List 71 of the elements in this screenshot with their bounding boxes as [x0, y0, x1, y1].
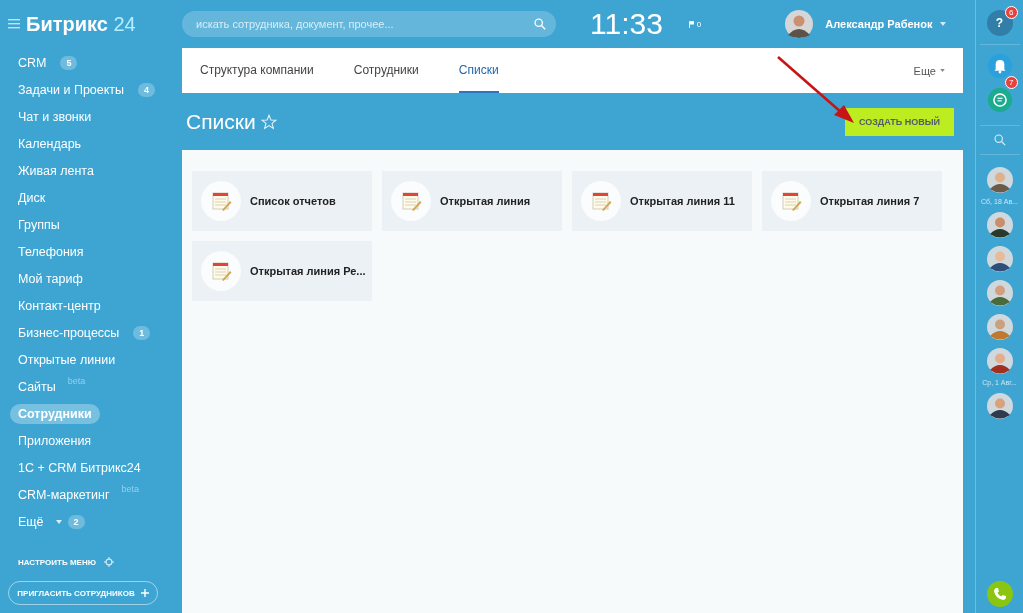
list-title[interactable]: Список отчетов	[250, 195, 336, 207]
list-title[interactable]: Открытая линия 11	[630, 195, 735, 207]
sidebar-item[interactable]: Контакт-центр	[10, 295, 109, 316]
search-icon[interactable]	[534, 18, 546, 30]
contact-avatar[interactable]	[986, 393, 1013, 419]
configure-menu-link[interactable]: НАСТРОИТЬ МЕНЮ	[18, 557, 96, 567]
notifications-badge: 7	[1005, 76, 1018, 89]
sidebar-item[interactable]: Открытые линии	[10, 349, 124, 370]
list-title[interactable]: Открытая линия Ре...	[250, 265, 366, 277]
more-menu[interactable]: Еще	[913, 48, 936, 93]
sidebar-item[interactable]: Живая лента	[10, 160, 102, 181]
notepad-icon	[581, 181, 621, 221]
notepad-icon	[771, 181, 811, 221]
settings-icon[interactable]	[103, 557, 114, 567]
create-new-button[interactable]: СОЗДАТЬ НОВЫЙ	[844, 107, 954, 136]
list-card[interactable]: Список отчетов	[192, 171, 372, 231]
sidebar-item[interactable]: Бизнес-процессы	[10, 322, 128, 343]
contact-avatar[interactable]	[986, 280, 1013, 306]
help-badge: 6	[1005, 6, 1018, 19]
bell-icon[interactable]	[986, 53, 1013, 79]
notepad-icon	[201, 251, 241, 291]
sidebar-item[interactable]: Диск	[10, 187, 54, 208]
sidebar-item[interactable]: Телефония	[10, 241, 92, 262]
chat-icon[interactable]	[986, 87, 1013, 113]
sidebar-item[interactable]: Ещё	[10, 511, 52, 532]
star-icon[interactable]	[260, 113, 277, 130]
sidebar-item[interactable]: Чат и звонки	[10, 106, 100, 127]
search-icon[interactable]	[993, 134, 1006, 146]
list-card[interactable]: Открытая линия 7	[762, 171, 942, 231]
contact-avatar[interactable]	[986, 246, 1013, 272]
list-card[interactable]: Открытая линия	[382, 171, 562, 231]
notepad-icon	[201, 181, 241, 221]
caret-icon	[940, 69, 945, 72]
tab[interactable]: Структура компании	[200, 48, 314, 93]
contact-avatar[interactable]	[986, 212, 1013, 238]
flag-icon[interactable]	[688, 20, 694, 28]
beta-tag: beta	[67, 376, 86, 386]
counter-badge: 2	[67, 514, 85, 529]
caret-icon[interactable]	[940, 22, 947, 26]
logo[interactable]: Битрикс 24	[26, 12, 136, 36]
sidebar-item[interactable]: CRM-маркетинг	[10, 484, 118, 505]
list-title[interactable]: Открытая линия	[440, 195, 531, 207]
list-card[interactable]: Открытая линия 11	[572, 171, 752, 231]
page-title: Списки	[186, 109, 256, 134]
sidebar-item[interactable]: Сотрудники	[10, 403, 100, 424]
sidebar-item[interactable]: Мой тариф	[10, 268, 91, 289]
list-card[interactable]: Открытая линия Ре...	[192, 241, 372, 301]
flag-count: 0	[696, 19, 702, 29]
notepad-icon	[391, 181, 431, 221]
sidebar-item[interactable]: 1С + CRM Битрикс24	[10, 457, 149, 478]
sidebar-item[interactable]: Задачи и Проекты	[10, 79, 133, 100]
list-title[interactable]: Открытая линия 7	[820, 195, 920, 207]
sidebar-item[interactable]: CRM	[10, 52, 55, 73]
sidebar-item[interactable]: Приложения	[10, 430, 100, 451]
contact-avatar[interactable]	[986, 348, 1013, 374]
tab[interactable]: Сотрудники	[353, 48, 419, 93]
sidebar-item[interactable]: Группы	[10, 214, 68, 235]
user-name[interactable]: Александр Рабенок	[825, 18, 933, 30]
phone-icon[interactable]	[986, 581, 1013, 607]
beta-tag: beta	[121, 484, 139, 494]
sidebar-item[interactable]: Календарь	[10, 133, 90, 154]
counter-badge: 1	[133, 325, 151, 340]
user-avatar[interactable]	[785, 10, 814, 38]
sidebar-item[interactable]: Сайты	[10, 376, 64, 397]
tab[interactable]: Списки	[458, 48, 499, 93]
counter-badge: 4	[138, 82, 156, 97]
counter-badge: 5	[60, 55, 78, 70]
contact-avatar[interactable]	[986, 167, 1013, 193]
clock: 11:33	[590, 7, 663, 41]
plus-icon	[140, 589, 149, 597]
menu-icon[interactable]	[8, 19, 20, 29]
